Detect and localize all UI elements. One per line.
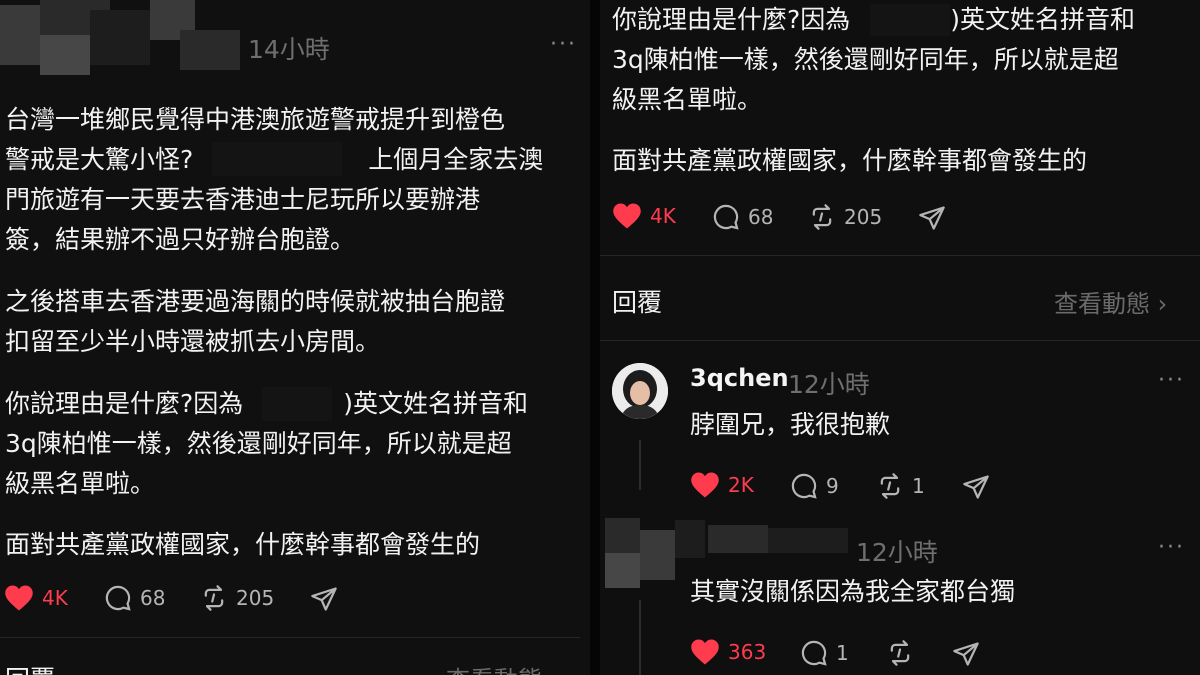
thread-line (639, 440, 641, 490)
view-activity-link[interactable]: 查看動態 › (1054, 284, 1167, 319)
more-icon[interactable]: ··· (550, 32, 577, 57)
separator (600, 340, 1200, 341)
repost-button[interactable]: 1 (876, 472, 925, 500)
comment-button[interactable]: 68 (104, 584, 165, 612)
right-post-panel: 你說理由是什麼?因為 )英文姓名拼音和 3q陳柏惟一樣，然後還剛好同年，所以就是… (600, 0, 1200, 675)
repost-count: 1 (912, 474, 925, 498)
repost-icon (876, 472, 904, 500)
more-icon[interactable]: ··· (1158, 368, 1185, 393)
share-icon (310, 585, 338, 613)
thread-line (639, 600, 641, 675)
separator (0, 637, 580, 638)
screenshot-collage: 14小時 ··· 台灣一堆鄉民覺得中港澳旅遊警戒提升到橙色 警戒是大驚小怪? 上… (0, 0, 1200, 675)
like-count: 4K (650, 204, 676, 228)
like-button[interactable]: 2K (690, 471, 754, 499)
share-icon (952, 640, 980, 668)
share-icon (962, 473, 990, 501)
redaction (870, 4, 950, 36)
more-icon[interactable]: ··· (1158, 535, 1185, 560)
repost-count: 205 (236, 586, 275, 610)
like-count: 4K (42, 586, 68, 610)
separator (600, 255, 1200, 256)
repost-icon (886, 639, 914, 667)
comment-button[interactable]: 68 (712, 203, 773, 231)
repost-button[interactable] (886, 639, 914, 667)
share-button[interactable] (952, 640, 980, 668)
share-icon (918, 204, 946, 232)
reply-time: 12小時 (788, 370, 870, 399)
repost-button[interactable]: 205 (808, 203, 882, 231)
comment-count: 1 (836, 641, 849, 665)
heart-icon (690, 638, 720, 666)
comment-count: 68 (748, 205, 774, 229)
post-paragraph-4: 面對共產黨政權國家，什麼幹事都會發生的 (612, 146, 1088, 175)
reply-label: 回覆 (612, 288, 663, 317)
like-button[interactable]: 4K (612, 202, 676, 230)
like-button[interactable]: 4K (4, 584, 68, 612)
redaction (212, 142, 342, 176)
like-count: 2K (728, 473, 754, 497)
reply-text: 脖圍兄，我很抱歉 (690, 410, 891, 439)
left-post-panel: 14小時 ··· 台灣一堆鄉民覺得中港澳旅遊警戒提升到橙色 警戒是大驚小怪? 上… (0, 0, 590, 675)
comment-icon (800, 639, 828, 667)
comment-button[interactable]: 9 (790, 472, 839, 500)
repost-icon (200, 584, 228, 612)
comment-icon (790, 472, 818, 500)
heart-icon (612, 202, 642, 230)
reply-username[interactable]: 3qchen (690, 364, 789, 392)
view-activity-link[interactable]: 查看動態 › (446, 660, 559, 675)
post-paragraph-4: 面對共產黨政權國家，什麼幹事都會發生的 (5, 530, 481, 559)
like-button[interactable]: 363 (690, 638, 766, 666)
share-button[interactable] (310, 585, 338, 613)
post-time: 14小時 (248, 35, 330, 64)
repost-button[interactable]: 205 (200, 584, 274, 612)
comment-count: 68 (140, 586, 166, 610)
reply-text: 其實沒關係因為我全家都台獨 (690, 577, 1016, 606)
repost-icon (808, 203, 836, 231)
comment-button[interactable]: 1 (800, 639, 849, 667)
comment-icon (104, 584, 132, 612)
panel-divider (590, 0, 600, 675)
share-button[interactable] (918, 204, 946, 232)
heart-icon (690, 471, 720, 499)
share-button[interactable] (962, 473, 990, 501)
heart-icon (4, 584, 34, 612)
repost-count: 205 (844, 205, 883, 229)
comment-count: 9 (826, 474, 839, 498)
post-paragraph-1: 台灣一堆鄉民覺得中港澳旅遊警戒提升到橙色 警戒是大驚小怪? 上個月全家去澳 門旅… (5, 105, 544, 254)
comment-icon (712, 203, 740, 231)
reply-label: 回覆 (5, 660, 55, 675)
like-count: 363 (728, 640, 767, 664)
avatar[interactable] (612, 363, 668, 419)
reply-time: 12小時 (856, 538, 938, 567)
redaction (262, 387, 332, 421)
post-paragraph-2: 之後搭車去香港要過海關的時候就被抽台胞證 扣留至少半小時還被抓去小房間。 (5, 287, 506, 356)
